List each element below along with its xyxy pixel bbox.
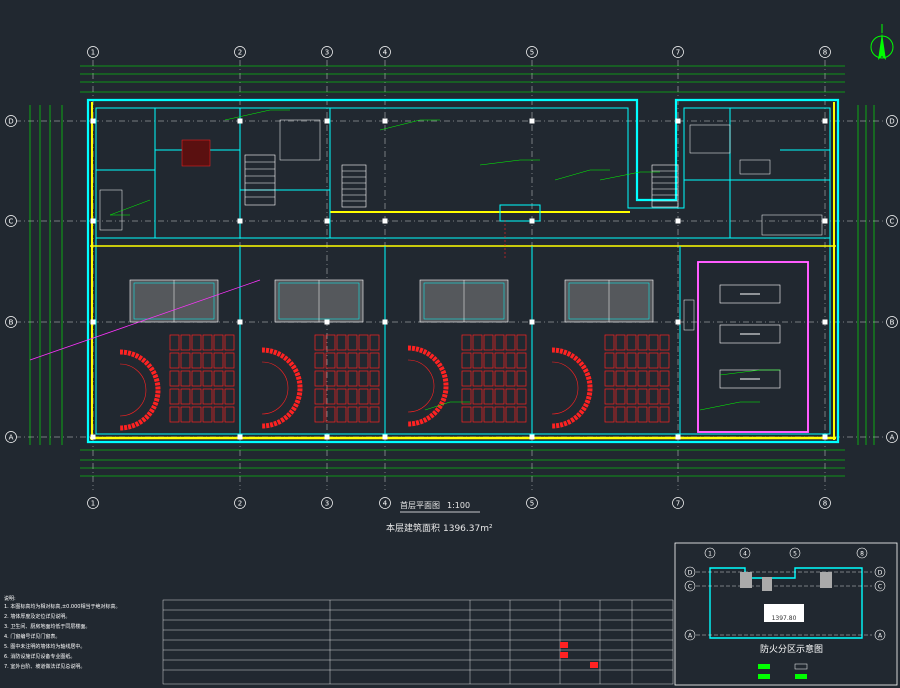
column-2C bbox=[237, 218, 243, 224]
grid-bubble-bottom-5: 5 bbox=[526, 497, 538, 509]
grid-bubble-bottom-7: 7 bbox=[672, 497, 684, 509]
grid-bubble-top-2: 2 bbox=[234, 46, 246, 58]
grid-bubble-top-8-label: 8 bbox=[823, 49, 827, 57]
grid-bubble-top-5: 5 bbox=[526, 46, 538, 58]
grid-bubble-left-C-label: C bbox=[9, 218, 14, 226]
column-4D bbox=[382, 118, 388, 124]
grid-bubble-top-1-label: 1 bbox=[91, 49, 95, 57]
schedule-swatch-1 bbox=[560, 652, 568, 658]
grid-bubble-right-C-label: C bbox=[890, 218, 895, 226]
grid-bubble-bottom-7-label: 7 bbox=[676, 500, 680, 508]
column-2D bbox=[237, 118, 243, 124]
grid-bubble-bottom-8: 8 bbox=[819, 497, 831, 509]
grid-bubble-right-C: C bbox=[886, 215, 898, 227]
notes-line-7: 7. 室外台阶、坡道做法详见总说明。 bbox=[4, 663, 85, 670]
grid-bubble-left-B: B bbox=[5, 316, 17, 328]
grid-bubble-right-B: B bbox=[886, 316, 898, 328]
column-1C bbox=[90, 218, 96, 224]
grid-bubble-bottom-1-label: 1 bbox=[91, 500, 95, 508]
grid-bubble-right-D: D bbox=[886, 115, 898, 127]
column-8D bbox=[822, 118, 828, 124]
grid-bubble-left-D: D bbox=[5, 115, 17, 127]
schedule-swatch-0 bbox=[560, 642, 568, 648]
grid-bubble-right-B-label: B bbox=[890, 319, 895, 327]
notes-heading: 说明: bbox=[4, 595, 16, 602]
grid-bubble-bottom-4: 4 bbox=[379, 497, 391, 509]
grid-bubble-bottom-2-label: 2 bbox=[238, 500, 242, 508]
grid-bubble-left-D-label: D bbox=[8, 118, 13, 126]
notes-line-1: 1. 本图标高均为相对标高,±0.000相当于绝对标高。 bbox=[4, 603, 120, 610]
column-3A bbox=[324, 434, 330, 440]
grid-bubble-left-A-label: A bbox=[9, 434, 14, 442]
column-7C bbox=[675, 218, 681, 224]
key-col-label-1: 1 bbox=[708, 551, 712, 558]
grid-bubble-top-2-label: 2 bbox=[238, 49, 242, 57]
column-7A bbox=[675, 434, 681, 440]
grid-bubble-bottom-8-label: 8 bbox=[823, 500, 827, 508]
grid-bubble-bottom-3-label: 3 bbox=[325, 500, 329, 508]
column-8C bbox=[822, 218, 828, 224]
grid-bubble-left-C: C bbox=[5, 215, 17, 227]
grid-bubble-bottom-4-label: 4 bbox=[383, 500, 388, 508]
column-5D bbox=[529, 118, 535, 124]
grid-bubble-left-A: A bbox=[5, 431, 17, 443]
grid-bubble-top-8: 8 bbox=[819, 46, 831, 58]
key-row-label-D-0: D bbox=[688, 570, 693, 577]
drawing-title: 首层平面图 bbox=[400, 500, 440, 510]
column-7B bbox=[675, 319, 681, 325]
column-1B bbox=[90, 319, 96, 325]
column-5C bbox=[529, 218, 535, 224]
grid-bubble-top-4: 4 bbox=[379, 46, 391, 58]
grid-bubble-right-D-label: D bbox=[889, 118, 894, 126]
column-3D bbox=[324, 118, 330, 124]
key-col-label-5: 5 bbox=[793, 551, 797, 558]
key-row-label-D-1: D bbox=[878, 570, 883, 577]
grid-bubble-top-3-label: 3 bbox=[325, 49, 329, 57]
column-5B bbox=[529, 319, 535, 325]
notes-line-5: 5. 图中未注明的墙体均为轴线居中。 bbox=[4, 643, 85, 650]
key-row-label-C-1: C bbox=[878, 584, 882, 591]
column-4B bbox=[382, 319, 388, 325]
column-8A bbox=[822, 434, 828, 440]
grid-bubble-right-A: A bbox=[886, 431, 898, 443]
area-value: 1396.37m² bbox=[443, 524, 493, 534]
grid-bubble-top-3: 3 bbox=[321, 46, 333, 58]
column-3C bbox=[324, 218, 330, 224]
column-7D bbox=[675, 118, 681, 124]
zone-label: 防火分区一 bbox=[769, 606, 799, 614]
column-2B bbox=[237, 319, 243, 325]
column-2A bbox=[237, 434, 243, 440]
key-row-label-C-0: C bbox=[688, 584, 692, 591]
zone-area: 1397.80 bbox=[772, 615, 797, 622]
notes-line-2: 2. 墙体厚度及定位详见说明。 bbox=[4, 613, 70, 620]
area-label: 本层建筑面积 bbox=[386, 522, 440, 534]
column-3B bbox=[324, 319, 330, 325]
column-4A bbox=[382, 434, 388, 440]
drawing-scale: 1:100 bbox=[447, 501, 470, 510]
column-5A bbox=[529, 434, 535, 440]
schedule-swatch-2 bbox=[590, 662, 598, 668]
key-col-label-4: 4 bbox=[743, 551, 747, 558]
grid-bubble-bottom-3: 3 bbox=[321, 497, 333, 509]
notes-line-6: 6. 消防设施详见设备专业图纸。 bbox=[4, 653, 75, 660]
grid-bubble-top-5-label: 5 bbox=[530, 49, 534, 57]
column-1A bbox=[90, 434, 96, 440]
cad-drawing-canvas: 11223344557788A AB BC CD D 首层平面图 1:100 本… bbox=[0, 0, 900, 688]
key-col-label-8: 8 bbox=[860, 551, 864, 558]
grid-bubble-top-7-label: 7 bbox=[676, 49, 680, 57]
grid-bubble-left-B-label: B bbox=[9, 319, 14, 327]
column-4C bbox=[382, 218, 388, 224]
column-8B bbox=[822, 319, 828, 325]
grid-bubble-top-4-label: 4 bbox=[383, 49, 388, 57]
notes-line-4: 4. 门窗编号详见门窗表。 bbox=[4, 633, 60, 640]
grid-bubble-top-1: 1 bbox=[87, 46, 99, 58]
column-1D bbox=[90, 118, 96, 124]
grid-bubble-bottom-5-label: 5 bbox=[530, 500, 534, 508]
grid-bubble-right-A-label: A bbox=[890, 434, 895, 442]
grid-bubble-bottom-1: 1 bbox=[87, 497, 99, 509]
grid-bubble-bottom-2: 2 bbox=[234, 497, 246, 509]
notes-line-3: 3. 卫生间、厨房地面均低于同层楼面。 bbox=[4, 623, 90, 630]
key-plan-title: 防火分区示意图 bbox=[760, 643, 823, 655]
grid-bubble-top-7: 7 bbox=[672, 46, 684, 58]
